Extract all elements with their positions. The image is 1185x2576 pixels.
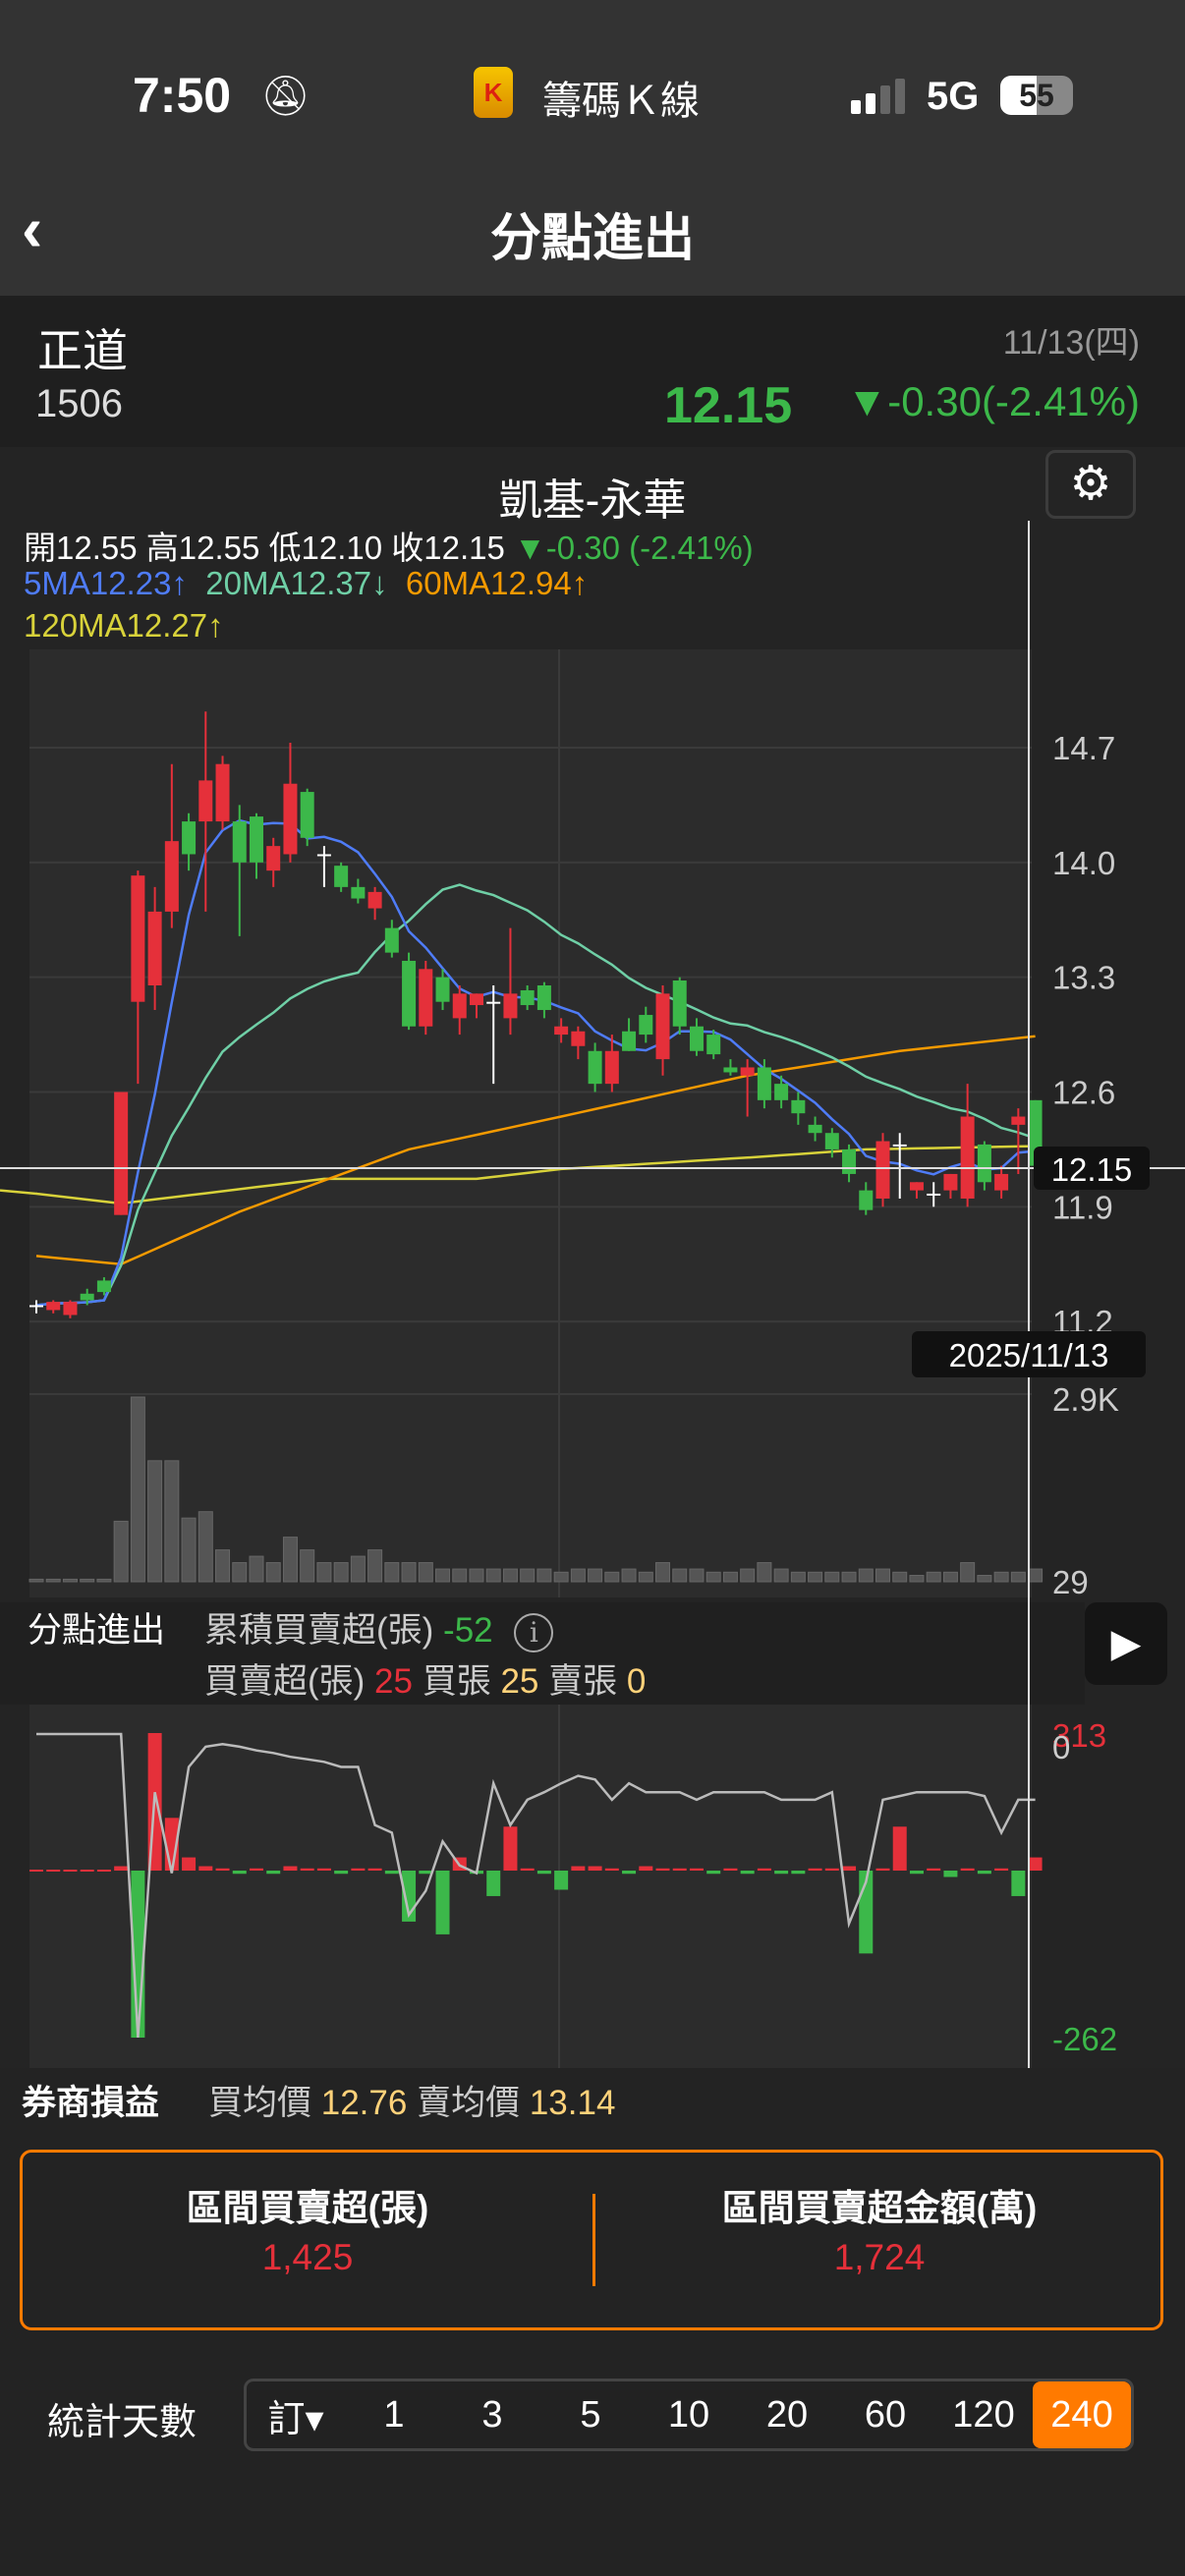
network-label: 5G <box>927 75 980 118</box>
buy-avg-value: 12.76 <box>320 2084 408 2122</box>
net-label: 買賣超(張) <box>204 1662 366 1701</box>
quote-date: 11/13(四) <box>1002 324 1140 362</box>
low-label: 低 <box>268 530 302 566</box>
stock-change: ▼-0.30(-2.41%) <box>846 378 1140 424</box>
broker-name: 凱基-永華 <box>498 476 687 525</box>
pnl-values: 買均價 12.76 賣均價 13.14 <box>208 2075 615 2125</box>
close-label: 收 <box>391 530 424 566</box>
days-option-5[interactable]: 5 <box>541 2381 640 2448</box>
price-plot[interactable] <box>29 649 1032 1597</box>
close-value: 12.15 <box>423 530 505 566</box>
net-amount-label: 區間買賣超金額(萬) <box>721 2188 1038 2228</box>
signal-icon <box>851 79 925 114</box>
stock-name: 正道 <box>37 325 128 376</box>
ma20-label: 20MA12.37↓ <box>205 565 388 601</box>
days-label: 統計天數 <box>47 2402 198 2443</box>
page-title: 分點進出 <box>489 210 695 267</box>
chart-panel: 凱基-永華 ⚙ 開12.55 高12.55 低12.10 收12.15 ▼-0.… <box>0 447 1185 2068</box>
stock-info: 正道 1506 11/13(四) 12.15 ▼-0.30(-2.41%) <box>0 296 1185 447</box>
ohlc-change: ▼-0.30 (-2.41%) <box>514 530 754 566</box>
stock-price: 12.15 <box>664 377 793 434</box>
days-option-240[interactable]: 240 <box>1033 2381 1131 2448</box>
cumulative-line: 累積買賣超(張) -52 i <box>204 1602 554 1652</box>
net-lots-value: 1,425 <box>261 2237 354 2277</box>
flow-title: 分點進出 <box>28 1611 166 1650</box>
status-bar: 7:50 🔕︎ K 籌碼Ｋ線 5G 55 <box>0 0 1185 165</box>
days-option-custom[interactable]: 訂▾ <box>247 2381 345 2448</box>
days-option-1[interactable]: 1 <box>345 2381 443 2448</box>
sell-avg-label: 賣均價 <box>417 2084 521 2122</box>
open-label: 開 <box>24 530 56 566</box>
stock-code: 1506 <box>35 382 123 425</box>
summary-box: 區間買賣超(張) 1,425 區間買賣超金額(萬) 1,724 <box>20 2150 1163 2330</box>
sell-value: 0 <box>626 1662 647 1701</box>
days-option-20[interactable]: 20 <box>738 2381 836 2448</box>
ma120-label: 120MA12.27↑ <box>24 607 224 644</box>
net-value: 25 <box>374 1662 413 1701</box>
sell-label: 賣張 <box>548 1662 618 1701</box>
days-option-10[interactable]: 10 <box>640 2381 738 2448</box>
info-icon[interactable]: i <box>514 1613 554 1652</box>
battery-icon: 55 <box>1000 76 1073 115</box>
ohlc-line: 開12.55 高12.55 低12.10 收12.15 ▼-0.30 (-2.4… <box>24 522 754 569</box>
buy-value: 25 <box>500 1662 539 1701</box>
settings-gear-icon[interactable]: ⚙ <box>1045 450 1136 519</box>
flow-plot[interactable] <box>29 1705 1032 2068</box>
ma60-label: 60MA12.94↑ <box>405 565 589 601</box>
high-label: 高 <box>145 530 179 566</box>
ma-legend: 5MA12.23↑ 20MA12.37↓ 60MA12.94↑ <box>24 565 588 602</box>
play-button[interactable]: ▶ <box>1085 1602 1167 1685</box>
bell-slash-icon: 🔕︎ <box>260 75 310 118</box>
ma5-label: 5MA12.23↑ <box>24 565 188 601</box>
open-value: 12.55 <box>56 530 138 566</box>
days-option-3[interactable]: 3 <box>443 2381 541 2448</box>
high-value: 12.55 <box>178 530 260 566</box>
status-app-name: 籌碼Ｋ線 <box>542 80 700 123</box>
pnl-title: 券商損益 <box>22 2084 160 2122</box>
days-option-120[interactable]: 120 <box>934 2381 1033 2448</box>
nav-bar: ‹ 分點進出 <box>0 165 1185 296</box>
cumulative-label: 累積買賣超(張) <box>204 1611 434 1650</box>
net-amount-value: 1,724 <box>833 2237 926 2277</box>
buy-avg-label: 買均價 <box>208 2084 312 2122</box>
cumulative-value: -52 <box>443 1611 493 1650</box>
net-lots-label: 區間買賣超(張) <box>186 2188 429 2228</box>
days-selector: 訂▾ 1 3 5 10 20 60 120 240 <box>244 2379 1134 2451</box>
status-time: 7:50 <box>133 68 232 123</box>
buy-label: 買張 <box>422 1662 491 1701</box>
net-line: 買賣超(張) 25 買張 25 賣張 0 <box>204 1653 646 1704</box>
low-value: 12.10 <box>301 530 383 566</box>
app-logo-icon: K <box>474 67 513 118</box>
days-option-60[interactable]: 60 <box>836 2381 934 2448</box>
sell-avg-value: 13.14 <box>529 2084 616 2122</box>
